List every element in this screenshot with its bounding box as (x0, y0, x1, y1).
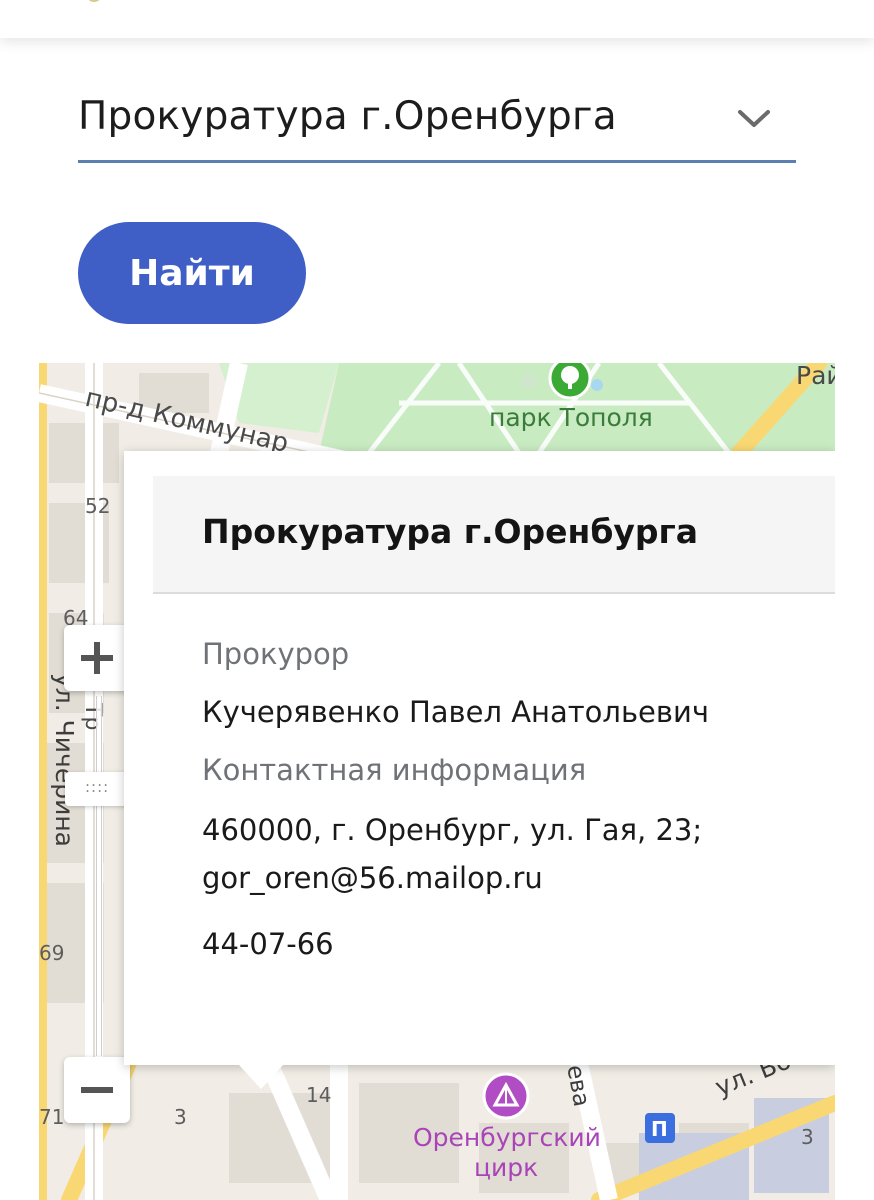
handle-grip: :::: (85, 778, 110, 796)
select-value: Прокуратура г.Оренбурга (78, 94, 617, 139)
prosecutor-label: Прокурор (202, 637, 350, 671)
top-header-bar (0, 0, 874, 38)
map-label-house-3b: 3 (801, 1125, 814, 1149)
circus-icon[interactable] (482, 1072, 530, 1120)
map-view[interactable]: П пр-д Коммунар парк Тополя Рай 52 64 Тр… (39, 363, 835, 1200)
map-label-house-52: 52 (85, 494, 111, 518)
map-label-rai: Рай (796, 363, 835, 390)
map-label-street-chicherina: ул. Чичерина (50, 673, 79, 847)
map-label-house-71: 71 (39, 1105, 65, 1129)
logo-fragment (86, 0, 102, 2)
map-label-house-3: 3 (174, 1105, 187, 1129)
chevron-down-icon (738, 110, 770, 127)
plus-icon (81, 642, 113, 674)
prosecutor-office-select[interactable]: Прокуратура г.Оренбурга (78, 78, 796, 163)
contacts-label: Контактная информация (202, 753, 587, 787)
find-button[interactable]: Найти (78, 222, 306, 324)
phone-text: 44-07-66 (202, 927, 334, 961)
map-label-circus-line1: Оренбургский (413, 1123, 601, 1152)
zoom-slider-handle[interactable]: :::: (65, 772, 131, 806)
map-label-house-14: 14 (306, 1083, 332, 1107)
zoom-slider-track[interactable] (96, 696, 102, 1056)
email-text: gor_oren@56.mailop.ru (202, 861, 543, 895)
prosecutor-name: Кучерявенко Павел Анатольевич (202, 695, 709, 729)
popup-tail (239, 1065, 283, 1089)
popup-header: Прокуратура г.Оренбурга (153, 476, 835, 594)
minus-icon (81, 1087, 113, 1093)
map-label-circus-line2: цирк (474, 1153, 539, 1182)
map-info-popup: Прокуратура г.Оренбурга Прокурор Кучеряв… (124, 451, 835, 1089)
map-label-house-69: 69 (39, 941, 65, 965)
metro-icon[interactable]: П (645, 1113, 675, 1143)
popup-title: Прокуратура г.Оренбурга (202, 512, 699, 551)
address-text: 460000, г. Оренбург, ул. Гая, 23; (202, 813, 703, 847)
map-label-park: парк Тополя (489, 403, 653, 432)
zoom-out-button[interactable] (64, 1057, 130, 1123)
zoom-in-button[interactable] (64, 625, 130, 691)
svg-text:П: П (651, 1117, 668, 1141)
